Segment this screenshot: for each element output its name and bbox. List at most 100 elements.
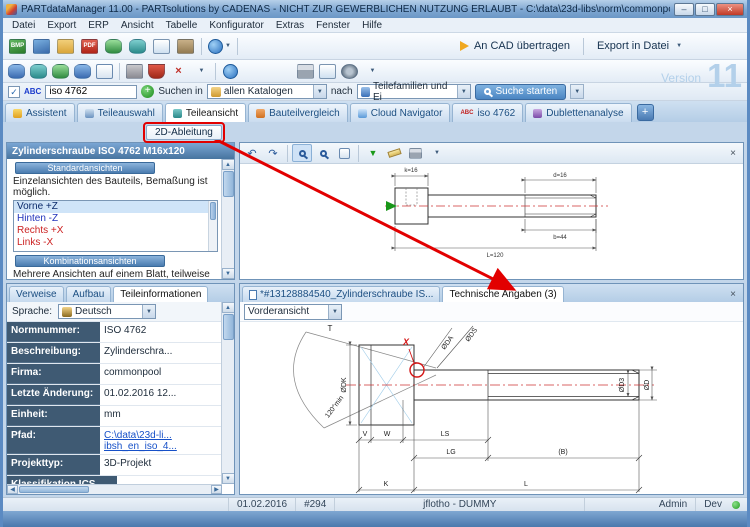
list-item-vorne[interactable]: Vorne +Z xyxy=(14,201,217,213)
scrollbar-thumb[interactable] xyxy=(223,314,234,340)
tab-teileinformationen[interactable]: Teileinformationen xyxy=(113,286,208,302)
row-label: Beschreibung: xyxy=(7,343,100,363)
pan-button[interactable] xyxy=(334,144,354,162)
search-type-select[interactable]: Teilefamilien und Ei ▼ xyxy=(357,84,471,99)
sync-button[interactable]: ▼ xyxy=(206,35,233,57)
scroll-down-icon[interactable]: ▼ xyxy=(222,268,235,279)
tab-teileansicht[interactable]: Teileansicht xyxy=(165,103,246,122)
menu-export[interactable]: Export xyxy=(41,20,82,31)
panel-scrollbar[interactable]: ▲ ▼ xyxy=(221,159,234,279)
menu-hilfe[interactable]: Hilfe xyxy=(356,20,388,31)
scrollbar-thumb[interactable] xyxy=(223,171,234,197)
add-tab-button[interactable]: + xyxy=(637,104,654,121)
redo-view-button[interactable]: ↷ xyxy=(263,144,283,162)
tab-cloud-navigator[interactable]: Cloud Navigator xyxy=(350,103,451,122)
print-button[interactable] xyxy=(295,62,316,81)
db-add-button[interactable] xyxy=(6,62,27,81)
add-search-icon[interactable]: + xyxy=(141,85,154,98)
print-drawing-button[interactable] xyxy=(405,144,425,162)
tab-assistent[interactable]: Assistent xyxy=(5,103,75,122)
search-options-button[interactable]: ▼ xyxy=(570,84,584,99)
tab-technische-angaben[interactable]: Technische Angaben (3) xyxy=(442,286,563,302)
filter-checkbox[interactable]: ✓ xyxy=(8,86,20,98)
minimize-button[interactable]: – xyxy=(674,3,694,16)
tab-2d-ableitung[interactable]: 2D-Ableitung xyxy=(146,125,222,140)
start-search-button[interactable]: Suche starten xyxy=(475,84,567,100)
table-view-button[interactable] xyxy=(94,62,115,81)
measure-button[interactable] xyxy=(384,144,404,162)
export-bmp-button[interactable]: BMP xyxy=(6,35,29,57)
open-folder-button[interactable] xyxy=(54,35,77,57)
list-item-links[interactable]: Links -X xyxy=(14,237,217,249)
insert-view-button[interactable]: ▼ xyxy=(363,144,383,162)
catalog-select[interactable]: allen Katalogen ▼ xyxy=(207,84,327,99)
scroll-up-icon[interactable]: ▲ xyxy=(222,302,235,313)
tab-document[interactable]: *#13128884540_Zylinderschraube IS... xyxy=(242,286,440,302)
tab-dublettenanalyse[interactable]: Dublettenanalyse xyxy=(525,103,631,122)
search-input[interactable] xyxy=(45,85,137,99)
chevron-down-icon: ▼ xyxy=(328,305,341,319)
scroll-left-icon[interactable]: ◀ xyxy=(7,485,18,494)
menu-ansicht[interactable]: Ansicht xyxy=(115,20,160,31)
database-green-button[interactable] xyxy=(102,35,125,57)
row-value: 01.02.2016 12... xyxy=(100,385,221,405)
magnet-button[interactable] xyxy=(146,62,167,81)
language-select[interactable]: Deutsch ▼ xyxy=(58,304,156,319)
refresh-button[interactable] xyxy=(220,62,241,81)
list-scrollbar[interactable] xyxy=(208,201,217,251)
menu-konfigurator[interactable]: Konfigurator xyxy=(203,20,269,31)
scrollbar-thumb[interactable] xyxy=(210,202,216,220)
scrollbar-thumb[interactable] xyxy=(19,486,89,493)
row-value: mm xyxy=(100,406,221,426)
menu-erp[interactable]: ERP xyxy=(82,20,115,31)
database-copy-button[interactable] xyxy=(126,35,149,57)
tab-iso-4762[interactable]: ABCiso 4762 xyxy=(452,103,523,122)
export-image-button[interactable] xyxy=(30,35,53,57)
tab-teileauswahl[interactable]: Teileauswahl xyxy=(77,103,163,122)
menu-datei[interactable]: Datei xyxy=(6,20,41,31)
delete-button[interactable]: × xyxy=(168,62,189,81)
maximize-button[interactable]: □ xyxy=(695,3,715,16)
zoom-fit-button[interactable] xyxy=(313,144,333,162)
tab-verweise[interactable]: Verweise xyxy=(9,286,64,302)
db-green-button[interactable] xyxy=(50,62,71,81)
db-teal-button[interactable] xyxy=(28,62,49,81)
tab-bauteilvergleich[interactable]: Bauteilvergleich xyxy=(248,103,348,122)
wand-icon xyxy=(13,109,22,118)
tab-label: Teileansicht xyxy=(186,108,238,119)
horizontal-scrollbar[interactable]: ◀ ▶ xyxy=(7,484,222,494)
export-pdf-button[interactable]: PDF xyxy=(78,35,101,57)
clipboard-button[interactable] xyxy=(174,35,197,57)
path-link[interactable]: C:\data\23d-li... xyxy=(104,430,217,441)
delete-x-icon: × xyxy=(175,65,181,77)
document-3d-button[interactable] xyxy=(150,35,173,57)
view-options-button[interactable]: ▼ xyxy=(361,62,382,81)
tab-label: Bauteilvergleich xyxy=(269,108,340,119)
view-select[interactable]: Vorderansicht ▼ xyxy=(244,304,342,320)
close-panel-icon[interactable]: × xyxy=(725,287,741,302)
path-link-2[interactable]: ibsh_en_iso_4... xyxy=(104,441,217,452)
preview-button[interactable] xyxy=(317,62,338,81)
more-options-button[interactable]: ▼ xyxy=(190,62,211,81)
close-panel-icon[interactable]: × xyxy=(725,146,741,161)
scroll-down-icon[interactable]: ▼ xyxy=(222,473,235,484)
scroll-right-icon[interactable]: ▶ xyxy=(211,485,222,494)
scroll-up-icon[interactable]: ▲ xyxy=(222,159,235,170)
menu-tabelle[interactable]: Tabelle xyxy=(160,20,204,31)
close-button[interactable]: × xyxy=(716,3,744,16)
menu-extras[interactable]: Extras xyxy=(270,20,310,31)
export-file-button[interactable]: Export in Datei ▼ xyxy=(588,36,691,57)
tab-aufbau[interactable]: Aufbau xyxy=(66,286,112,302)
list-item-rechts[interactable]: Rechts +X xyxy=(14,225,217,237)
cad-transfer-button[interactable]: An CAD übertragen xyxy=(451,36,579,57)
panel-scrollbar[interactable]: ▲ ▼ xyxy=(221,302,234,484)
tools-button[interactable] xyxy=(124,62,145,81)
db-edit-button[interactable] xyxy=(72,62,93,81)
view-listbox[interactable]: Vorne +Z Hinten -Z Rechts +X Links -X xyxy=(13,200,218,252)
list-item-hinten[interactable]: Hinten -Z xyxy=(14,213,217,225)
export-drawing-button[interactable]: ▼ xyxy=(426,144,446,162)
menu-fenster[interactable]: Fenster xyxy=(310,20,356,31)
settings-button[interactable] xyxy=(339,62,360,81)
zoom-in-button[interactable] xyxy=(292,144,312,162)
undo-view-button[interactable]: ↶ xyxy=(242,144,262,162)
